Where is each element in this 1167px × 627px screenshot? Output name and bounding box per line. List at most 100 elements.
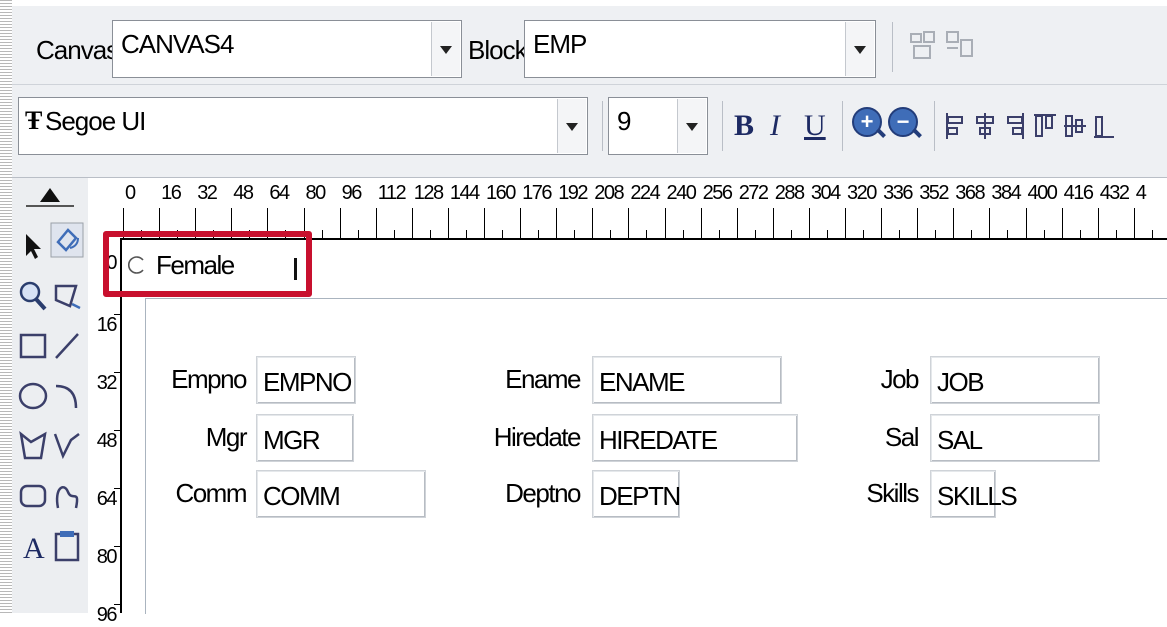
- bold-button[interactable]: B: [734, 109, 754, 143]
- ruler-tick-label: 336: [883, 182, 913, 204]
- rotate-icon[interactable]: [50, 222, 84, 258]
- hiredate-label: Hiredate: [493, 422, 582, 452]
- deptno-field[interactable]: DEPTN: [592, 470, 681, 518]
- ruler-tick: [772, 208, 774, 238]
- ruler-tick-label: 240: [666, 182, 697, 204]
- arc-icon[interactable]: [50, 378, 84, 414]
- sal-field[interactable]: SAL: [930, 414, 1100, 462]
- reshape-icon[interactable]: [50, 278, 84, 314]
- job-field[interactable]: JOB: [930, 356, 1100, 404]
- polygon-icon[interactable]: [16, 428, 50, 464]
- font-size-select[interactable]: 9: [608, 97, 708, 155]
- ruler-tick: [989, 208, 991, 238]
- empno-field[interactable]: EMPNO: [256, 356, 356, 404]
- ruler-tick: [808, 208, 810, 238]
- skills-label: Skills: [866, 478, 919, 508]
- ungroup-objects-icon[interactable]: [944, 28, 976, 62]
- block-dropdown-button[interactable]: [845, 22, 874, 76]
- ruler-tick-label: 64: [96, 488, 118, 510]
- ename-field-value: ENAME: [599, 367, 685, 397]
- align-center-icon[interactable]: [974, 111, 996, 141]
- toolbar-separator: [892, 22, 893, 72]
- zoom-out-icon[interactable]: −: [888, 107, 918, 137]
- text-icon[interactable]: A: [16, 528, 50, 564]
- rectangle-icon[interactable]: [16, 328, 50, 364]
- ruler-minor-tick: [502, 230, 504, 238]
- ename-field[interactable]: ENAME: [592, 356, 782, 404]
- ellipse-icon[interactable]: [16, 378, 50, 414]
- ruler-minor-tick: [465, 230, 467, 238]
- toolbar-separator: [934, 101, 935, 151]
- ruler-tick: [339, 208, 341, 238]
- ruler-tick-label: 368: [955, 182, 985, 204]
- frame-icon[interactable]: [50, 528, 84, 564]
- font-size-dropdown-button[interactable]: [677, 99, 706, 153]
- ruler-tick: [520, 208, 522, 238]
- group-objects-icon[interactable]: [908, 28, 940, 62]
- canvas-dropdown-button[interactable]: [431, 22, 460, 76]
- ruler-tick-label: 112: [377, 182, 407, 204]
- freehand-icon[interactable]: [50, 478, 84, 514]
- select-arrow-icon[interactable]: [16, 228, 50, 264]
- font-dropdown-button[interactable]: [557, 99, 586, 153]
- align-left-icon[interactable]: [944, 111, 966, 141]
- ruler-tick-label: 176: [522, 182, 552, 204]
- ruler-tick-label: 400: [1027, 182, 1058, 204]
- ruler-minor-tick: [971, 230, 973, 238]
- font-select[interactable]: Ŧ Segoe UI: [18, 97, 588, 155]
- skills-field[interactable]: SKILLS: [930, 470, 1018, 518]
- ruler-tick-label: 160: [486, 182, 516, 204]
- mgr-field[interactable]: MGR: [256, 414, 354, 462]
- ruler-minor-tick: [393, 230, 395, 238]
- ruler-tick-label: 432: [1099, 182, 1130, 204]
- ruler-tick-label: 384: [991, 182, 1021, 204]
- ruler-tick-label: 416: [1063, 182, 1094, 204]
- ruler-tick: [556, 208, 558, 238]
- ruler-tick-label: 96: [96, 604, 118, 626]
- magnify-icon[interactable]: [16, 278, 50, 314]
- hiredate-field[interactable]: HIREDATE: [592, 414, 798, 462]
- ruler-minor-tick: [790, 230, 792, 238]
- ruler-tick: [736, 208, 738, 238]
- align-top-icon[interactable]: [1032, 111, 1056, 141]
- ruler-tick: [114, 488, 120, 489]
- block-select-value: EMP: [533, 29, 587, 59]
- ruler-tick-label: 144: [449, 182, 480, 204]
- sal-label: Sal: [884, 422, 920, 452]
- skills-field-value: SKILLS: [937, 481, 1018, 511]
- job-label: Job: [880, 364, 920, 394]
- ruler-tick-label: 32: [197, 182, 218, 204]
- align-bottom-icon[interactable]: [1092, 111, 1114, 141]
- ruler-minor-tick: [429, 230, 431, 238]
- ruler-tick-label: 64: [269, 182, 290, 204]
- ruler-tick-label: 304: [810, 182, 841, 204]
- ruler-tick-label: 192: [558, 182, 588, 204]
- ruler-minor-tick: [682, 230, 684, 238]
- ruler-tick: [592, 208, 594, 238]
- block-select[interactable]: EMP: [524, 20, 876, 78]
- align-right-icon[interactable]: [1004, 111, 1026, 141]
- ruler-minor-tick: [1007, 230, 1009, 238]
- ruler-minor-tick: [610, 230, 612, 238]
- palette-scroll-up-icon[interactable]: [22, 184, 78, 210]
- italic-button[interactable]: I: [770, 109, 780, 143]
- ruler-tick: [411, 208, 413, 238]
- ruler-tick: [845, 208, 846, 238]
- line-icon[interactable]: [50, 328, 84, 364]
- comm-field[interactable]: COMM: [256, 470, 426, 518]
- canvas-select[interactable]: CANVAS4: [112, 20, 462, 78]
- ruler-minor-tick: [1079, 230, 1081, 238]
- align-middle-icon[interactable]: [1062, 111, 1086, 141]
- chevron-down-icon: [686, 123, 698, 131]
- rounded-rectangle-icon[interactable]: [16, 478, 50, 514]
- ruler-tick: [881, 208, 883, 238]
- ruler-tick-label: 96: [341, 182, 363, 204]
- zoom-in-icon[interactable]: +: [852, 107, 882, 137]
- deptno-field-value: DEPTN: [599, 481, 681, 511]
- polyline-icon[interactable]: [50, 428, 84, 464]
- underline-button[interactable]: U: [804, 109, 826, 143]
- empno-label: Empno: [171, 364, 247, 394]
- ruler-tick: [1097, 208, 1099, 238]
- tool-palette: A: [12, 178, 89, 613]
- ruler-tick: [114, 314, 120, 315]
